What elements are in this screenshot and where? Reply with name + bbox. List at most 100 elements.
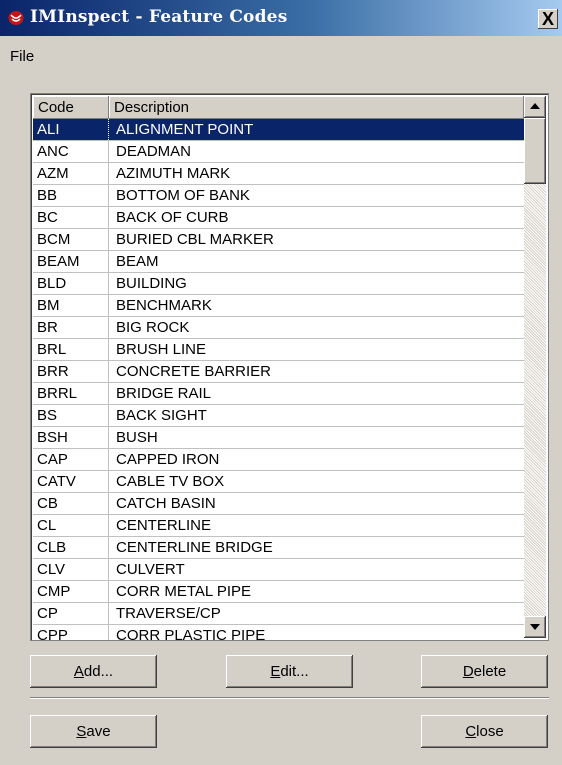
cell-code: BB (33, 185, 109, 206)
table-row[interactable]: BRL BRUSH LINE (33, 339, 524, 361)
table-row[interactable]: BRR CONCRETE BARRIER (33, 361, 524, 383)
table-row[interactable]: CP TRAVERSE/CP (33, 603, 524, 625)
cell-description: BUILDING (116, 275, 187, 292)
table-row[interactable]: AZM AZIMUTH MARK (33, 163, 524, 185)
table-row[interactable]: ANC DEADMAN (33, 141, 524, 163)
table-row[interactable]: BEAM BEAM (33, 251, 524, 273)
cell-description: AZIMUTH MARK (116, 165, 231, 182)
cell-code: BSH (33, 427, 109, 448)
cell-description: ALIGNMENT POINT (116, 121, 254, 138)
delete-button[interactable]: Delete (421, 655, 548, 688)
cell-code: CMP (33, 581, 109, 602)
table-row[interactable]: BR BIG ROCK (33, 317, 524, 339)
table-row[interactable]: CATV CABLE TV BOX (33, 471, 524, 493)
cell-code: BRL (33, 339, 109, 360)
cell-code: BRR (33, 361, 109, 382)
table-row[interactable]: BS BACK SIGHT (33, 405, 524, 427)
table-row[interactable]: ALI ALIGNMENT POINT (33, 119, 524, 141)
cell-description: CORR PLASTIC PIPE (116, 627, 266, 640)
table-row[interactable]: CB CATCH BASIN (33, 493, 524, 515)
cell-description: BOTTOM OF BANK (116, 187, 250, 204)
menu-file[interactable]: File (10, 48, 34, 65)
column-header-code[interactable]: Code (33, 96, 109, 119)
window-title: IMInspect - Feature Codes (30, 7, 288, 27)
cell-code: ANC (33, 141, 109, 162)
cell-description: CONCRETE BARRIER (116, 363, 272, 380)
separator (30, 697, 549, 699)
cell-code: ALI (33, 119, 109, 140)
table-row[interactable]: BRRL BRIDGE RAIL (33, 383, 524, 405)
scroll-up-button[interactable] (524, 96, 546, 118)
cell-description: TRAVERSE/CP (116, 605, 221, 622)
table-row[interactable]: BLD BUILDING (33, 273, 524, 295)
close-button-label: lose (476, 723, 504, 740)
delete-button-label: elete (473, 663, 507, 680)
cell-code: CP (33, 603, 109, 624)
cell-code: BEAM (33, 251, 109, 272)
cell-code: BR (33, 317, 109, 338)
table-row[interactable]: BC BACK OF CURB (33, 207, 524, 229)
table-row[interactable]: BM BENCHMARK (33, 295, 524, 317)
cell-description: CABLE TV BOX (116, 473, 225, 490)
cell-description: BRIDGE RAIL (116, 385, 212, 402)
edit-button-mnemonic: E (270, 663, 281, 680)
table-row[interactable]: CL CENTERLINE (33, 515, 524, 537)
arrow-down-icon (530, 624, 540, 630)
close-button[interactable]: Close (421, 715, 548, 748)
table-row[interactable]: CMP CORR METAL PIPE (33, 581, 524, 603)
add-button[interactable]: Add... (30, 655, 157, 688)
cell-code: CB (33, 493, 109, 514)
cell-description: CAPPED IRON (116, 451, 220, 468)
add-button-mnemonic: A (73, 663, 84, 680)
cell-description: BACK OF CURB (116, 209, 229, 226)
cell-description: BIG ROCK (116, 319, 190, 336)
scroll-down-button[interactable] (524, 616, 546, 638)
table-row[interactable]: CAP CAPPED IRON (33, 449, 524, 471)
table-row[interactable]: CLV CULVERT (33, 559, 524, 581)
cell-description: CORR METAL PIPE (116, 583, 252, 600)
cell-code: CL (33, 515, 109, 536)
table-row[interactable]: BCM BURIED CBL MARKER (33, 229, 524, 251)
close-button-mnemonic: C (465, 723, 477, 740)
cell-description: BUSH (116, 429, 158, 446)
cell-description: BURIED CBL MARKER (116, 231, 274, 248)
save-button-label: ave (86, 723, 111, 740)
cell-code: BLD (33, 273, 109, 294)
cell-description: CENTERLINE (116, 517, 212, 534)
cell-code: CLB (33, 537, 109, 558)
arrow-up-icon (530, 103, 540, 109)
add-button-label: dd... (83, 663, 114, 680)
cell-code: CAP (33, 449, 109, 470)
delete-button-mnemonic: D (462, 663, 474, 680)
table-row[interactable]: BSH BUSH (33, 427, 524, 449)
cell-description: BEAM (116, 253, 159, 270)
list-rows: ALI ALIGNMENT POINT ANC DEADMAN AZM AZIMUTH M… (33, 119, 524, 640)
cell-code: BS (33, 405, 109, 426)
menu-bar: File (0, 44, 562, 70)
cell-description: BRUSH LINE (116, 341, 207, 358)
edit-button[interactable]: Edit... (226, 655, 353, 688)
cell-code: BCM (33, 229, 109, 250)
cell-description: CULVERT (116, 561, 185, 578)
column-header-description[interactable]: Description (109, 96, 524, 119)
cell-code: CATV (33, 471, 109, 492)
cell-description: CENTERLINE BRIDGE (116, 539, 273, 556)
app-logo-icon (8, 11, 24, 25)
save-button[interactable]: Save (30, 715, 157, 748)
cell-code: AZM (33, 163, 109, 184)
table-row[interactable]: BB BOTTOM OF BANK (33, 185, 524, 207)
vertical-scrollbar[interactable] (524, 96, 546, 638)
scroll-thumb[interactable] (524, 118, 546, 184)
table-row[interactable]: CLB CENTERLINE BRIDGE (33, 537, 524, 559)
cell-code: BC (33, 207, 109, 228)
table-row[interactable]: CPP CORR PLASTIC PIPE (33, 625, 524, 640)
save-button-mnemonic: S (76, 723, 87, 740)
window-close-button[interactable]: X (538, 9, 558, 29)
feature-codes-list[interactable]: Code Description ALI ALIGNMENT POINT ANC DE… (30, 93, 549, 641)
list-header: Code Description (33, 96, 524, 119)
cell-code: CPP (33, 625, 109, 640)
edit-button-label: dit... (280, 663, 309, 680)
cell-code: CLV (33, 559, 109, 580)
cell-description: CATCH BASIN (116, 495, 216, 512)
cell-description: BACK SIGHT (116, 407, 207, 424)
